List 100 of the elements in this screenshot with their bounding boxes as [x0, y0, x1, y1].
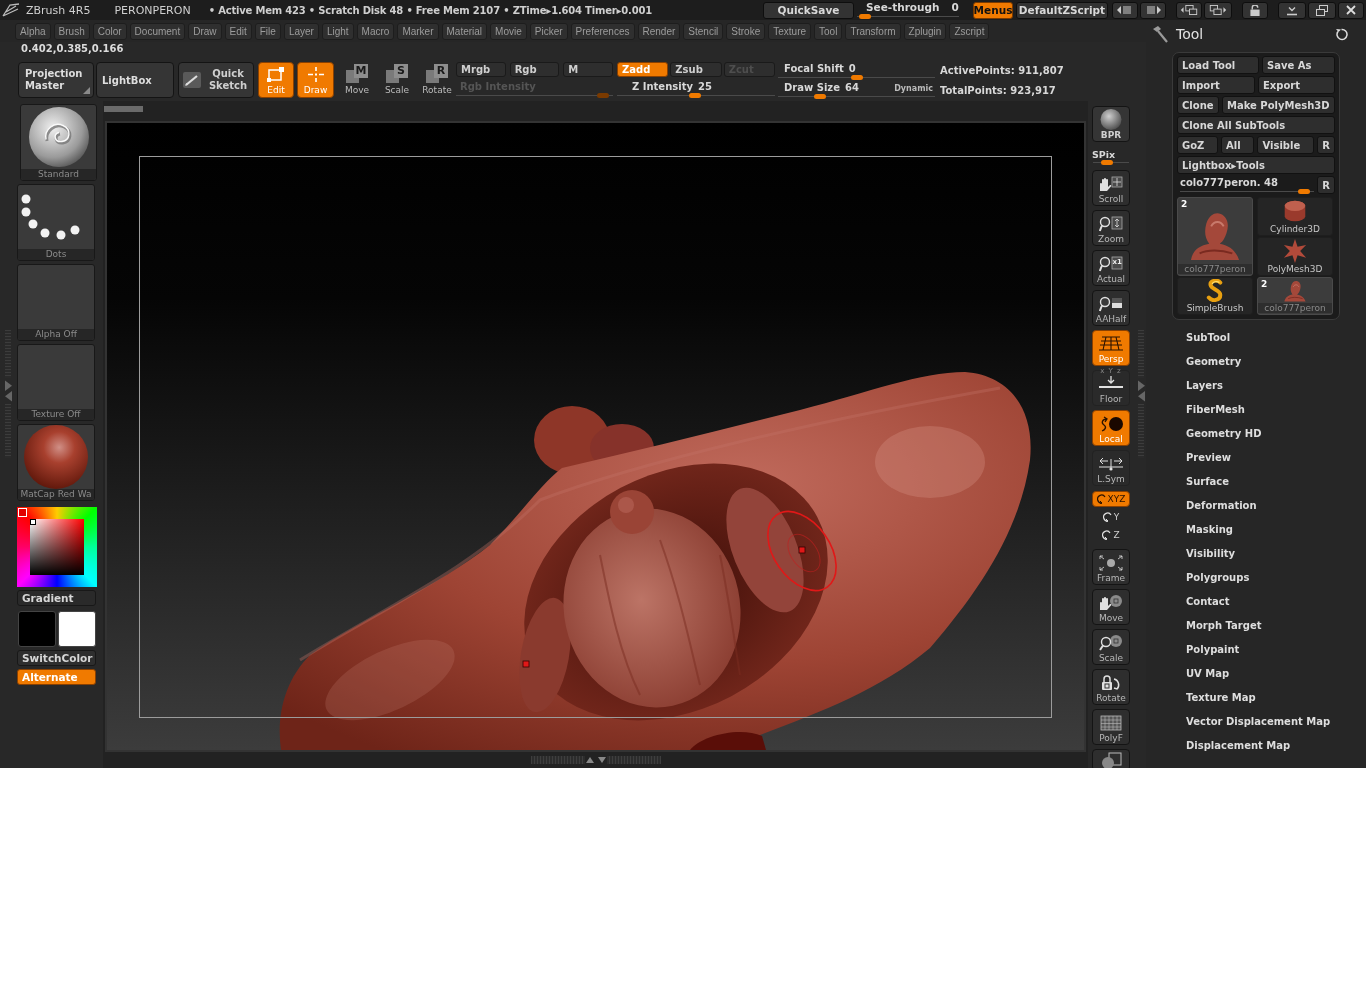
see-through-slider[interactable] [857, 14, 959, 19]
menu-item[interactable]: Macro [356, 22, 395, 40]
scroll-right-button[interactable] [1140, 1, 1166, 19]
menu-item[interactable]: Document [129, 22, 186, 40]
slider-handle[interactable] [1298, 188, 1311, 194]
axis-button[interactable]: XYZ [1092, 491, 1130, 507]
scale-button[interactable]: S Scale [380, 62, 414, 98]
menu-item[interactable]: Texture [768, 22, 812, 40]
brush-thumbnail[interactable]: Standard [20, 104, 97, 181]
subpalette-item[interactable]: Vector Displacement Map [1186, 709, 1331, 733]
aahalf-button[interactable]: AAHalf [1092, 290, 1130, 326]
tool-thumbnail[interactable]: SimpleBrush [1177, 277, 1253, 315]
alpha-thumbnail[interactable]: Alpha Off [17, 264, 95, 341]
save-as-button[interactable]: Save As [1261, 56, 1335, 74]
menu-item[interactable]: Edit [224, 22, 252, 40]
tool-slider[interactable] [1180, 188, 1314, 194]
menu-item[interactable]: File [254, 22, 281, 40]
subpalette-item[interactable]: Geometry [1186, 349, 1242, 373]
subpalette-item[interactable]: FiberMesh [1186, 397, 1245, 421]
document-tab-handle[interactable] [104, 106, 143, 112]
gradient-button[interactable]: Gradient [17, 590, 96, 606]
subpalette-item[interactable]: Polypaint [1186, 637, 1240, 661]
texture-thumbnail[interactable]: Texture Off [17, 344, 95, 421]
subpalette-item[interactable]: Geometry HD [1186, 421, 1262, 445]
axis-button[interactable]: Z [1092, 527, 1130, 543]
menus-button[interactable]: Menus [973, 1, 1013, 19]
script-button[interactable]: DefaultZScript [1016, 1, 1108, 19]
tool-thumbnail[interactable]: Cylinder3D [1257, 197, 1333, 236]
menu-item[interactable]: Draw [188, 22, 222, 40]
sphere-square-button[interactable] [1092, 749, 1130, 768]
rgb-mode-button[interactable]: M [563, 62, 613, 77]
lightbox-tools-button[interactable]: Lightbox▸Tools [1177, 156, 1335, 174]
main-swatch-icon[interactable] [18, 611, 56, 647]
shade-marker-icon[interactable] [30, 519, 36, 525]
hue-marker-icon[interactable] [18, 508, 27, 517]
up-down-arrows-icon[interactable] [584, 756, 607, 764]
menu-item[interactable]: Light [321, 22, 354, 40]
visible-button[interactable]: Visible [1257, 136, 1314, 154]
menu-item[interactable]: Material [441, 22, 488, 40]
subpalette-item[interactable]: Deformation [1186, 493, 1257, 517]
menu-item[interactable]: Zplugin [903, 22, 947, 40]
quick-sketch-button[interactable]: Quick Sketch [178, 62, 254, 98]
reset-button[interactable]: R [1317, 136, 1335, 154]
z-mode-button[interactable]: Zsub [670, 62, 722, 77]
dynamic-toggle[interactable]: Dynamic [894, 83, 935, 93]
menu-item[interactable]: Layer [283, 22, 319, 40]
slider-handle[interactable] [814, 94, 827, 99]
refresh-icon[interactable] [1335, 27, 1348, 41]
rotate-button[interactable]: R Rotate [420, 62, 454, 98]
axis-button[interactable]: Y [1092, 509, 1130, 525]
menu-item[interactable]: Picker [529, 22, 568, 40]
tool-thumbnail[interactable]: PolyMesh3D [1257, 237, 1333, 276]
subpalette-item[interactable]: Polygroups [1186, 565, 1250, 589]
move-button[interactable]: Move [1092, 589, 1130, 625]
subpalette-item[interactable]: Masking [1186, 517, 1233, 541]
rotate-button[interactable]: Rotate [1092, 669, 1130, 705]
zoom-button[interactable]: Zoom [1092, 210, 1130, 246]
menu-item[interactable]: Movie [490, 22, 527, 40]
export-button[interactable]: Export [1257, 76, 1335, 94]
subpalette-item[interactable]: Visibility [1186, 541, 1236, 565]
subpalette-item[interactable]: Contact [1186, 589, 1230, 613]
menu-item[interactable]: Zscript [949, 22, 990, 40]
material-thumbnail[interactable]: MatCap Red Wa [17, 424, 95, 501]
expand-arrows-icon[interactable] [1138, 380, 1145, 402]
menu-item[interactable]: Render [637, 22, 681, 40]
lsym-button[interactable]: L.Sym [1092, 450, 1130, 486]
tool-thumbnail[interactable]: 2 colo777peron [1177, 197, 1253, 276]
window-left-button[interactable] [1176, 1, 1202, 19]
rgb-mode-button[interactable]: Mrgb [456, 62, 506, 77]
tool-thumbnail[interactable]: 2 colo777peron [1257, 277, 1333, 315]
projection-master-button[interactable]: Projection Master [18, 62, 94, 98]
subpalette-item[interactable]: Surface [1186, 469, 1230, 493]
make-polymesh-button[interactable]: Make PolyMesh3D [1222, 96, 1335, 114]
scale-button[interactable]: Scale [1092, 629, 1130, 665]
menu-item[interactable]: Color [92, 22, 127, 40]
subpalette-item[interactable]: Layers [1186, 373, 1223, 397]
subpalette-item[interactable]: Morph Target [1186, 613, 1262, 637]
slider-handle[interactable] [850, 75, 863, 80]
import-button[interactable]: Import [1177, 76, 1255, 94]
subpalette-item[interactable]: Displacement Map [1186, 733, 1291, 757]
stroke-thumbnail[interactable]: Dots [17, 184, 95, 261]
bpr-button[interactable]: BPR [1092, 106, 1130, 142]
menu-item[interactable]: Brush [53, 22, 90, 40]
subpalette-item[interactable]: UV Map [1186, 661, 1230, 685]
lightbox-button[interactable]: LightBox [96, 62, 174, 98]
menu-item[interactable]: Tool [814, 22, 843, 40]
menu-item[interactable]: Stencil [683, 22, 724, 40]
scroll-button[interactable]: Scroll [1092, 170, 1130, 206]
menu-item[interactable]: Preferences [570, 22, 635, 40]
goz-button[interactable]: GoZ [1177, 136, 1219, 154]
subpalette-item[interactable]: Preview [1186, 445, 1231, 469]
restore-button[interactable] [1308, 1, 1336, 19]
secondary-swatch-icon[interactable] [58, 611, 96, 647]
close-button[interactable] [1338, 1, 1364, 19]
frame-button[interactable]: Frame [1092, 549, 1130, 585]
slider-handle[interactable] [1100, 160, 1113, 165]
scroll-left-button[interactable] [1112, 1, 1138, 19]
lock-button[interactable] [1242, 1, 1268, 19]
minimize-button[interactable] [1278, 1, 1306, 19]
rgb-mode-button[interactable]: Rgb [509, 62, 560, 77]
